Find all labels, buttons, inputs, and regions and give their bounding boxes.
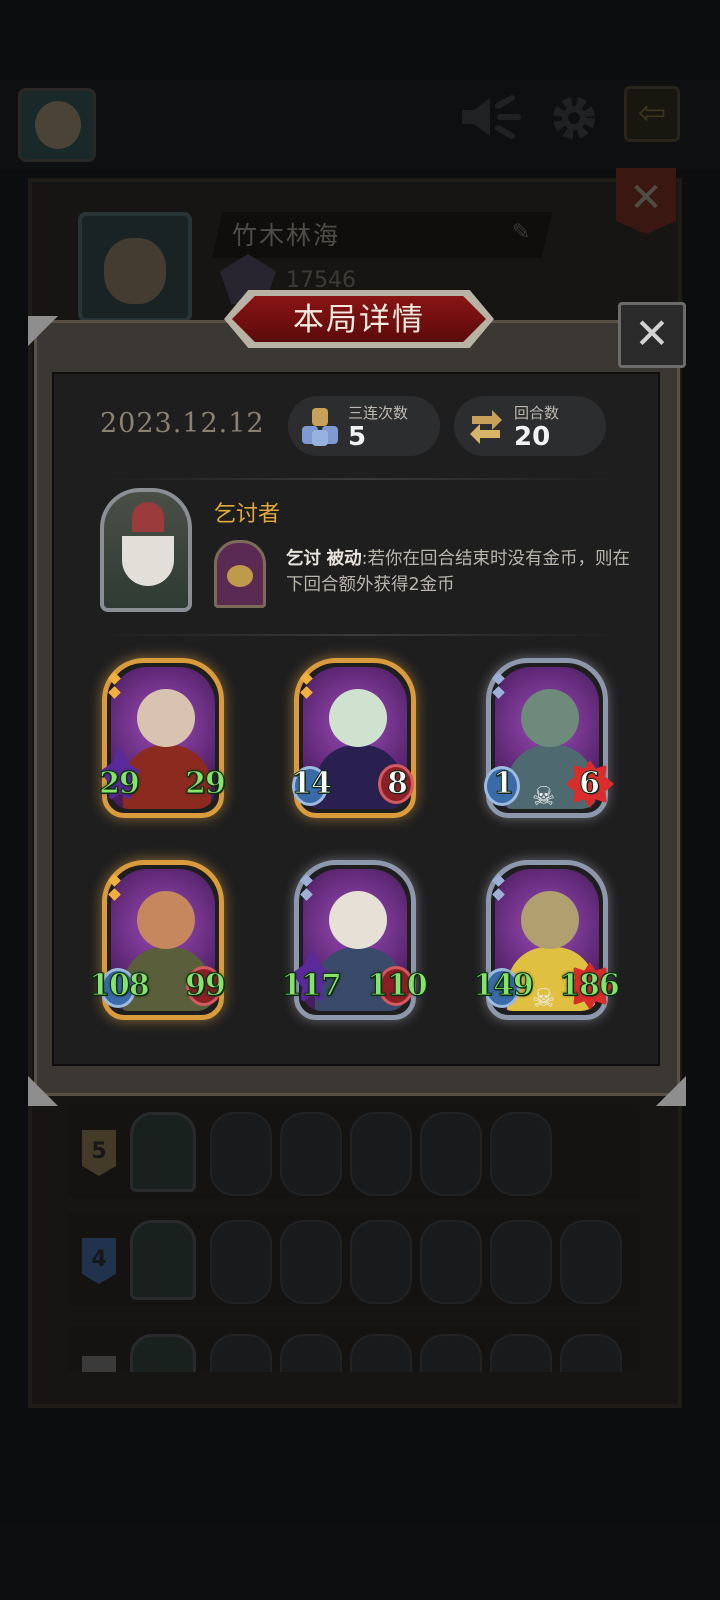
unit-health: 6 bbox=[579, 766, 601, 802]
skill-name: 乞讨 bbox=[286, 549, 321, 569]
modal-title: 本局详情 bbox=[293, 302, 425, 338]
divider bbox=[100, 634, 620, 636]
cycle-arrows-icon bbox=[466, 406, 502, 446]
unit-health: 99 bbox=[185, 968, 227, 1004]
unit-attack: 149 bbox=[473, 968, 535, 1004]
unit-health: 186 bbox=[559, 968, 621, 1004]
unit-attack: 1 bbox=[493, 766, 515, 802]
hero-portrait[interactable] bbox=[100, 488, 192, 612]
skill-description: 乞讨 被动:若你在回合结束时没有金币，则在下回合额外获得2金币 bbox=[286, 546, 636, 598]
coin-bag-icon bbox=[214, 540, 266, 608]
unit-attack: 14 bbox=[291, 766, 333, 802]
rounds-label: 回合数 bbox=[514, 404, 560, 422]
triples-stat: 三连次数 5 bbox=[288, 396, 440, 456]
hero-name: 乞讨者 bbox=[214, 502, 281, 527]
unit-attack: 29 bbox=[99, 766, 141, 802]
unit-health: 8 bbox=[387, 766, 409, 802]
match-date: 2023.12.12 bbox=[100, 408, 265, 439]
unit-attack: 108 bbox=[89, 968, 151, 1004]
triples-label: 三连次数 bbox=[348, 404, 409, 422]
skull-icon: ☠ bbox=[532, 782, 556, 812]
triples-value: 5 bbox=[348, 422, 367, 452]
skull-icon: ☠ bbox=[532, 984, 556, 1014]
close-icon[interactable]: ✕ bbox=[618, 302, 686, 368]
rounds-stat: 回合数 20 bbox=[454, 396, 606, 456]
triple-units-icon bbox=[300, 406, 338, 446]
unit-health: 29 bbox=[185, 766, 227, 802]
divider bbox=[100, 478, 620, 480]
unit-health: 110 bbox=[367, 968, 429, 1004]
rounds-value: 20 bbox=[514, 422, 551, 452]
skill-type: 被动 bbox=[326, 549, 362, 569]
unit-attack: 117 bbox=[281, 968, 343, 1004]
